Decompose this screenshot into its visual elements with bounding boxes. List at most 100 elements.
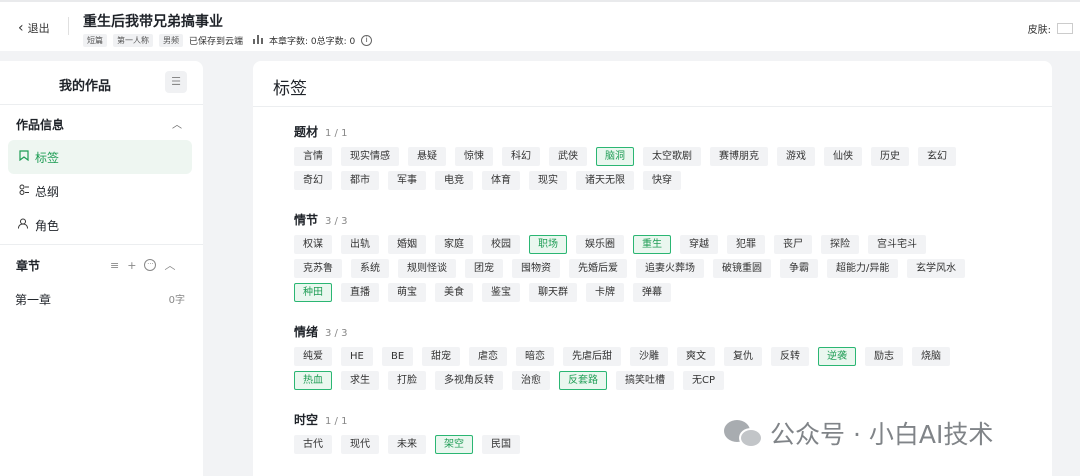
tag-chip[interactable]: 婚姻 <box>388 235 426 254</box>
tag-chip-selected[interactable]: 热血 <box>294 371 332 390</box>
tag-chip[interactable]: 诸天无限 <box>576 171 634 190</box>
sidebar-item-outline[interactable]: 总纲 <box>8 174 192 208</box>
tag-chip[interactable]: 求生 <box>341 371 379 390</box>
chevron-up-icon[interactable]: ︿ <box>164 257 175 273</box>
more-icon[interactable]: ··· <box>144 259 157 271</box>
tag-chip-selected[interactable]: 架空 <box>435 435 473 454</box>
info-icon[interactable]: i <box>361 35 373 46</box>
tag-chip[interactable]: 复仇 <box>724 347 762 366</box>
tag-chip[interactable]: 美食 <box>435 283 473 302</box>
tag-chip[interactable]: 赛博朋克 <box>710 147 768 166</box>
tag-chip[interactable]: 虐恋 <box>469 347 507 366</box>
add-chapter-icon[interactable]: + <box>127 259 136 272</box>
tag-chip[interactable]: 超能力/异能 <box>827 259 899 278</box>
tag-chip[interactable]: 现实情感 <box>341 147 399 166</box>
tag-chip[interactable]: 爽文 <box>677 347 715 366</box>
tag-chip[interactable]: 快穿 <box>643 171 681 190</box>
tag-chip[interactable]: 犯罪 <box>727 235 765 254</box>
tag-chip[interactable]: BE <box>382 347 414 366</box>
tag-chip[interactable]: 家庭 <box>435 235 473 254</box>
tag-chip[interactable]: 励志 <box>865 347 903 366</box>
tag-chip[interactable]: 追妻火葬场 <box>636 259 704 278</box>
tag-chip-selected[interactable]: 反套路 <box>559 371 607 390</box>
tag-chip[interactable]: 惊悚 <box>455 147 493 166</box>
sidebar-item-tags[interactable]: 标签 <box>8 140 192 174</box>
tag-chip[interactable]: 宫斗宅斗 <box>868 235 926 254</box>
tag-chip[interactable]: 无CP <box>683 371 725 390</box>
tag-chip[interactable]: 卡牌 <box>586 283 624 302</box>
tag-chip[interactable]: 现实 <box>529 171 567 190</box>
tag-chip[interactable]: 反转 <box>771 347 809 366</box>
tag-chip[interactable]: 规则怪谈 <box>398 259 456 278</box>
tag-chip[interactable]: 弹幕 <box>633 283 671 302</box>
skin-selector[interactable]: 皮肤: <box>1028 21 1073 36</box>
tag-chip[interactable]: 鉴宝 <box>482 283 520 302</box>
tag-chip[interactable]: 萌宝 <box>388 283 426 302</box>
tag-chip[interactable]: 甜宠 <box>422 347 460 366</box>
tag-chip[interactable]: 团宠 <box>465 259 503 278</box>
book-title[interactable]: 重生后我带兄弟搞事业 <box>83 11 223 31</box>
tag-chip[interactable]: 先虐后甜 <box>563 347 621 366</box>
tag-chip[interactable]: 破镜重圆 <box>713 259 771 278</box>
tag-chip[interactable]: 纯爱 <box>294 347 332 366</box>
tag-chip[interactable]: 古代 <box>294 435 332 454</box>
tag-chip[interactable]: 玄幻 <box>918 147 956 166</box>
tag-chip[interactable]: HE <box>341 347 373 366</box>
tag-chip[interactable]: 多视角反转 <box>435 371 503 390</box>
tag-chip[interactable]: 未来 <box>388 435 426 454</box>
tag-group-count: 1 / 1 <box>325 416 348 427</box>
collapse-sidebar-icon[interactable]: ☰ <box>165 71 187 93</box>
tag-chip[interactable]: 悬疑 <box>408 147 446 166</box>
tag-chip[interactable]: 出轨 <box>341 235 379 254</box>
chevron-up-icon[interactable]: ︿ <box>172 116 182 131</box>
skin-swatch[interactable] <box>1057 23 1073 34</box>
tag-chip[interactable]: 沙雕 <box>630 347 668 366</box>
tag-chip[interactable]: 游戏 <box>777 147 815 166</box>
tag-chip[interactable]: 丧尸 <box>774 235 812 254</box>
tag-chip[interactable]: 现代 <box>341 435 379 454</box>
tag-chip[interactable]: 聊天群 <box>529 283 577 302</box>
tag-chip-selected[interactable]: 逆袭 <box>818 347 856 366</box>
divider <box>68 17 69 35</box>
tag-chip[interactable]: 体育 <box>482 171 520 190</box>
tag-chip[interactable]: 打脸 <box>388 371 426 390</box>
section-chapters[interactable]: 章节 <box>16 257 40 274</box>
tag-chip[interactable]: 烧脑 <box>912 347 950 366</box>
tag-chip[interactable]: 武侠 <box>549 147 587 166</box>
chapter-item[interactable]: 第一章 0字 <box>15 291 185 308</box>
tag-chip[interactable]: 争霸 <box>780 259 818 278</box>
tag-chip[interactable]: 克苏鲁 <box>294 259 342 278</box>
tag-chip-selected[interactable]: 种田 <box>294 283 332 302</box>
tag-chip[interactable]: 仙侠 <box>824 147 862 166</box>
tag-chip[interactable]: 穿越 <box>680 235 718 254</box>
tag-chip[interactable]: 探险 <box>821 235 859 254</box>
tag-chip[interactable]: 都市 <box>341 171 379 190</box>
tag-chip[interactable]: 治愈 <box>512 371 550 390</box>
tag-chip[interactable]: 历史 <box>871 147 909 166</box>
tag-chip[interactable]: 搞笑吐槽 <box>616 371 674 390</box>
tag-chip[interactable]: 先婚后爱 <box>569 259 627 278</box>
back-button[interactable]: ‹ 退出 <box>18 20 50 36</box>
tag-chip[interactable]: 电竞 <box>435 171 473 190</box>
tag-chip[interactable]: 民国 <box>482 435 520 454</box>
tag-chip[interactable]: 权谋 <box>294 235 332 254</box>
list-icon[interactable]: ≡ <box>110 259 119 272</box>
tag-chip-selected[interactable]: 职场 <box>529 235 567 254</box>
tag-chip[interactable]: 太空歌剧 <box>643 147 701 166</box>
tag-chip[interactable]: 校园 <box>482 235 520 254</box>
tag-chip[interactable]: 奇幻 <box>294 171 332 190</box>
tag-chip[interactable]: 玄学风水 <box>907 259 965 278</box>
tag-chip[interactable]: 囤物资 <box>512 259 560 278</box>
tag-chip[interactable]: 娱乐圈 <box>576 235 624 254</box>
tag-chip-selected[interactable]: 脑洞 <box>596 147 634 166</box>
sidebar-item-characters[interactable]: 角色 <box>8 208 192 242</box>
tag-chip[interactable]: 暗恋 <box>516 347 554 366</box>
wechat-icon <box>724 417 764 449</box>
tag-chip[interactable]: 科幻 <box>502 147 540 166</box>
tag-chip[interactable]: 系统 <box>351 259 389 278</box>
tag-chip[interactable]: 军事 <box>388 171 426 190</box>
section-work-info[interactable]: 作品信息 <box>16 116 64 133</box>
tag-chip-selected[interactable]: 重生 <box>633 235 671 254</box>
tag-chip[interactable]: 言情 <box>294 147 332 166</box>
tag-chip[interactable]: 直播 <box>341 283 379 302</box>
